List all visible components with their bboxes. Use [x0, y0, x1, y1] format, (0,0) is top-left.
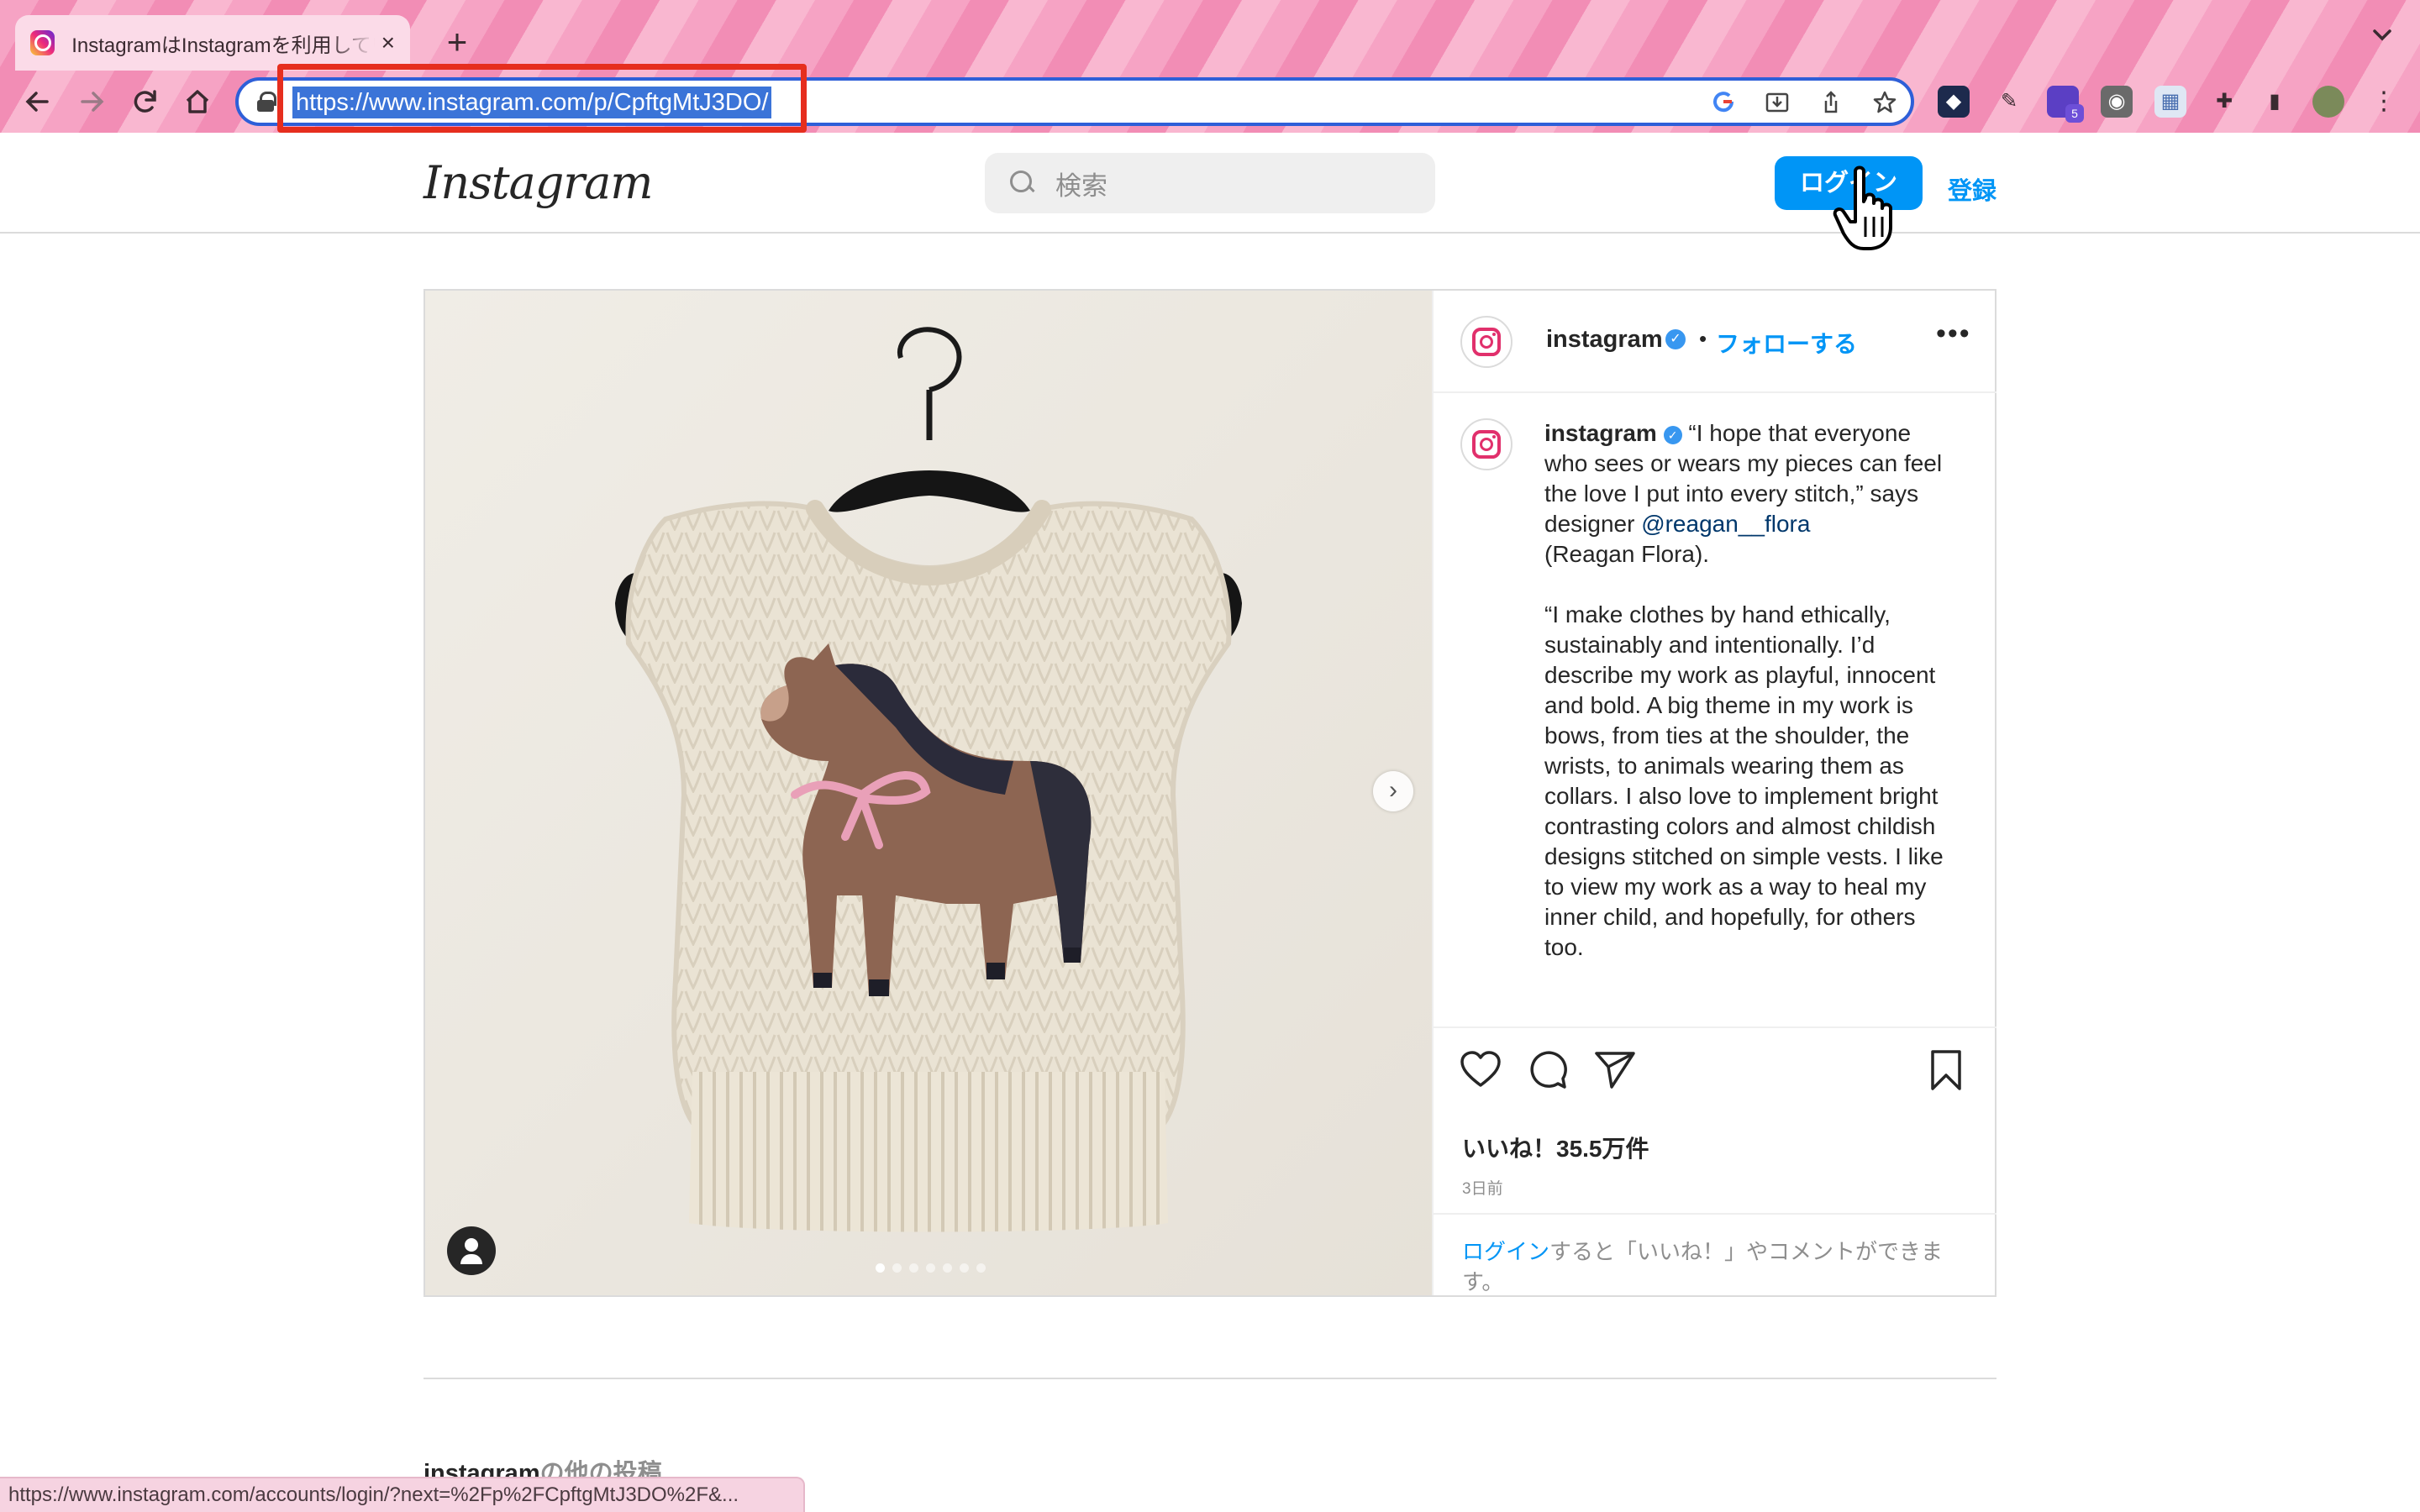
follow-button[interactable]: フォローする: [1716, 326, 1857, 360]
caption-area: instagram ✓ “I hope that everyone who se…: [1434, 393, 1996, 1026]
verified-icon: ✓: [1663, 426, 1682, 444]
extension-shield-icon[interactable]: ◆: [1938, 86, 1970, 118]
post-header: instagram ✓ • フォローする •••: [1434, 291, 1996, 393]
instagram-glyph-icon: [1472, 328, 1501, 356]
post-caption: instagram ✓ “I hope that everyone who se…: [1544, 418, 1948, 963]
carousel-dot: [976, 1263, 986, 1273]
instagram-logo[interactable]: Instagram: [424, 156, 653, 209]
extension-badge: 5: [2065, 104, 2084, 123]
tab-title: InstagramはInstagramを利用しています: [71, 34, 374, 57]
heart-icon[interactable]: [1459, 1048, 1502, 1092]
carousel-indicator: [876, 1263, 986, 1273]
browser-menu-icon[interactable]: ⋮: [2368, 86, 2400, 118]
more-options-icon[interactable]: •••: [1936, 318, 1971, 350]
caption-avatar[interactable]: [1460, 418, 1512, 470]
send-icon[interactable]: [1593, 1048, 1637, 1092]
tagged-users-icon[interactable]: [447, 1226, 496, 1275]
instagram-glyph-icon: [1472, 430, 1501, 459]
carousel-dot: [926, 1263, 935, 1273]
caption-username[interactable]: instagram: [1544, 420, 1657, 446]
extensions-puzzle-icon[interactable]: ✚: [2208, 86, 2240, 118]
knit-vest-photo: [425, 291, 1432, 1295]
extension-stack-icon[interactable]: 5: [2047, 86, 2084, 123]
extension-window-icon[interactable]: ▦: [2154, 86, 2186, 118]
hand-cursor-icon: [1833, 165, 1892, 250]
lock-icon[interactable]: [257, 92, 276, 112]
tab-search-chevron-icon[interactable]: [2370, 22, 2395, 54]
home-icon[interactable]: [176, 81, 218, 123]
forward-icon[interactable]: [71, 81, 113, 123]
login-prompt: ログインすると「いいね！」やコメントができます。: [1434, 1213, 1996, 1297]
mention-link[interactable]: @reagan__flora: [1641, 511, 1810, 537]
search-input[interactable]: 検索: [985, 153, 1435, 213]
carousel-dot: [943, 1263, 952, 1273]
extension-chat-icon[interactable]: ◉: [2101, 86, 2133, 118]
author-avatar[interactable]: [1460, 316, 1512, 368]
section-divider: [424, 1378, 1996, 1379]
verified-icon: ✓: [1665, 329, 1686, 349]
comment-icon[interactable]: [1526, 1048, 1570, 1092]
post-timestamp[interactable]: 3日前: [1462, 1176, 1503, 1199]
carousel-dot: [960, 1263, 969, 1273]
signup-link[interactable]: 登録: [1948, 171, 1996, 207]
post-sidebar: instagram ✓ • フォローする ••• instagram ✓ “I …: [1432, 291, 1996, 1295]
carousel-dot: [909, 1263, 918, 1273]
status-bar-url: https://www.instagram.com/accounts/login…: [0, 1477, 805, 1512]
author-username[interactable]: instagram: [1546, 326, 1663, 354]
profile-avatar[interactable]: [2312, 86, 2344, 118]
new-tab-button[interactable]: +: [434, 18, 481, 66]
login-prompt-link[interactable]: ログイン: [1462, 1239, 1549, 1264]
browser-tab[interactable]: InstagramはInstagramを利用しています ×: [15, 15, 410, 71]
google-icon[interactable]: [1709, 89, 1738, 118]
tab-close-icon[interactable]: ×: [381, 29, 395, 56]
instagram-header: Instagram 検索 ログイン 登録: [0, 133, 2420, 234]
side-panel-icon[interactable]: ▮: [2259, 86, 2291, 118]
carousel-next-button[interactable]: ›: [1373, 771, 1413, 811]
post-card: › instagram ✓ • フォローする ••• instagram ✓ “…: [424, 289, 1996, 1297]
reload-icon[interactable]: [124, 81, 166, 123]
carousel-dot: [876, 1263, 885, 1273]
bookmark-star-icon[interactable]: [1870, 89, 1899, 118]
like-count[interactable]: いいね！35.5万件: [1462, 1131, 1649, 1164]
caption-text-continued: (Reagan Flora). “I make clothes by hand …: [1544, 541, 1944, 960]
bookmark-icon[interactable]: [1924, 1048, 1968, 1092]
search-icon: [1010, 171, 1035, 196]
post-image[interactable]: ›: [425, 291, 1432, 1295]
instagram-favicon-icon: [30, 30, 55, 55]
post-actions: いいね！35.5万件 3日前 ログインすると「いいね！」やコメントができます。: [1434, 1026, 1996, 1295]
install-icon[interactable]: [1763, 89, 1791, 118]
back-icon[interactable]: [17, 81, 59, 123]
url-highlight-box: [277, 64, 807, 133]
search-placeholder: 検索: [1055, 171, 1107, 201]
share-icon[interactable]: [1817, 89, 1845, 118]
extension-picker-icon[interactable]: ✎: [1993, 86, 2025, 118]
separator-dot: •: [1699, 326, 1707, 351]
tab-strip: InstagramはInstagramを利用しています × +: [0, 0, 2420, 71]
carousel-dot: [892, 1263, 902, 1273]
